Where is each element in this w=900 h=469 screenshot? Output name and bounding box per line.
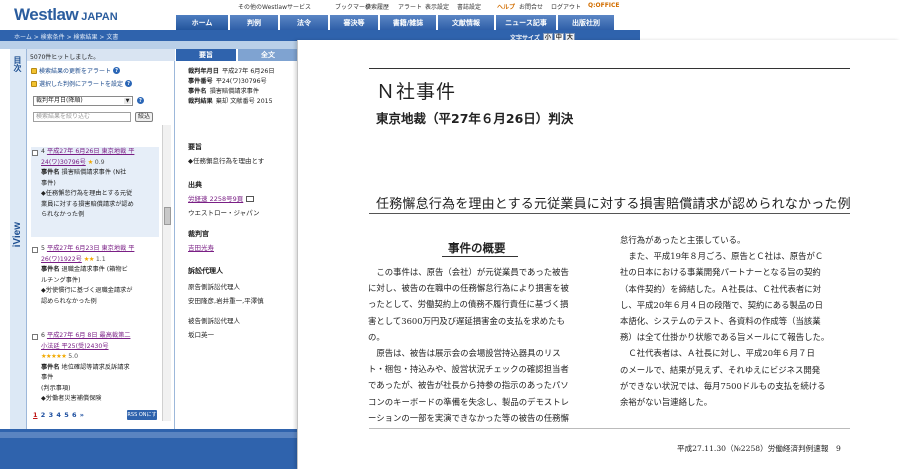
star-rating: ★★ bbox=[83, 255, 95, 263]
page-5[interactable]: 5 bbox=[64, 411, 69, 419]
book-icon[interactable] bbox=[246, 196, 255, 202]
result-checkbox[interactable] bbox=[32, 247, 38, 253]
nav-tab-news[interactable]: ニュース記事 bbox=[496, 15, 556, 30]
util-help[interactable]: ヘルプ bbox=[497, 2, 515, 12]
sort-select[interactable]: 裁判年月日(降順) ▼ bbox=[33, 96, 133, 106]
results-panel: 5070件ヒットしました。 検索結果の更新をアラート ? 選択した判例にアラート… bbox=[27, 49, 175, 429]
result-link[interactable]: 小法廷 平25(受)2430号 bbox=[41, 343, 109, 350]
counsel-defendant: 坂口英一 bbox=[188, 331, 214, 339]
source-publisher: ウエストロー・ジャパン bbox=[188, 209, 260, 217]
westlaw-window: Westlaw JAPAN その他のWestlawサービス ブックマーク 検索履歴… bbox=[0, 0, 900, 469]
nav-tab-cases[interactable]: 判例 bbox=[230, 15, 278, 30]
star-rating: ★ bbox=[87, 158, 94, 166]
counsel-plaintiff-label: 原告側訴訟代理人 bbox=[188, 283, 240, 291]
q-office-link[interactable]: Q:OFFICE bbox=[588, 2, 620, 12]
page-6[interactable]: 6 bbox=[72, 411, 77, 419]
result-link[interactable]: 平成27年 6月23日 東京地裁 平 bbox=[47, 245, 134, 252]
result-count: 5070件ヒットしました。 bbox=[27, 49, 175, 61]
util-contact[interactable]: お問合せ bbox=[519, 2, 543, 12]
meta-case-number: 事件番号 平24(ワ)30796号 bbox=[188, 78, 267, 85]
summary-text: ◆任務懈怠行為を理由とす bbox=[188, 157, 265, 165]
star-rating: ★★★★★ bbox=[41, 353, 67, 360]
nav-tab-statutes[interactable]: 法令 bbox=[280, 15, 328, 30]
counsel-defendant-label: 被告側訴訟代理人 bbox=[188, 317, 240, 325]
narrow-button[interactable]: 絞込 bbox=[135, 112, 153, 122]
nav-tab-decisions[interactable]: 審決等 bbox=[330, 15, 378, 30]
judge-heading: 裁判官 bbox=[188, 230, 209, 238]
page-next[interactable]: » bbox=[80, 411, 84, 419]
scroll-thumb[interactable] bbox=[164, 207, 171, 225]
page-4[interactable]: 4 bbox=[56, 411, 61, 419]
util-logout[interactable]: ログアウト bbox=[551, 2, 581, 12]
util-other-services[interactable]: その他のWestlawサービス bbox=[238, 2, 311, 12]
counsel-plaintiff: 安田隆彦,岩井重一,平澤慎 bbox=[188, 297, 264, 305]
nav-tab-home[interactable]: ホーム bbox=[176, 15, 228, 30]
rss-on-button[interactable]: RSS ONにする bbox=[127, 410, 157, 428]
nav-tab-publisher[interactable]: 出版社別 bbox=[558, 15, 614, 30]
side-tab-iview[interactable]: iView bbox=[12, 222, 23, 247]
util-display-settings[interactable]: 表示設定 bbox=[425, 2, 449, 12]
rule-mid bbox=[369, 213, 850, 214]
case-court: 東京地裁（平27年６月26日）判決 bbox=[376, 111, 574, 126]
help-icon[interactable]: ? bbox=[125, 80, 133, 87]
bell-icon bbox=[31, 80, 37, 87]
side-tab-toc[interactable]: 目次 bbox=[12, 56, 23, 72]
body-column-right: 怠行為があったと主張している。 また、平成19年８月ごろ、原告とＣ社は、原告がＣ… bbox=[620, 235, 830, 408]
result-item-4[interactable]: 4 平成27年 6月26日 東京地裁 平 24(ワ)30796号 ★ 0.9 事件… bbox=[31, 147, 159, 237]
util-biblio-settings[interactable]: 書誌設定 bbox=[457, 2, 481, 12]
pagination: 1 2 3 4 5 6 » bbox=[33, 411, 85, 419]
nav-tab-literature[interactable]: 文献情報 bbox=[438, 15, 494, 30]
results-scrollbar[interactable] bbox=[162, 125, 171, 421]
meta-result: 裁判結果 棄却 文献番号 2015 bbox=[188, 98, 273, 105]
result-item-6[interactable]: 6 平成27年 6月 8日 最高裁第二 小法廷 平25(受)2430号 ★★★★★… bbox=[31, 331, 159, 405]
westlaw-logo[interactable]: Westlaw JAPAN bbox=[14, 5, 118, 25]
issue-title: 任務懈怠行為を理由とする元従業員に対する損害賠償請求が認められなかった例 bbox=[376, 197, 851, 212]
nav-tab-books[interactable]: 書籍/雑誌 bbox=[380, 15, 436, 30]
rule-footer bbox=[369, 428, 850, 429]
page-footer: 平成27.11.30（№2258）労働経済判例速報 9 bbox=[677, 444, 841, 453]
summary-heading-print: 事件の概要 bbox=[448, 241, 506, 255]
page-3[interactable]: 3 bbox=[49, 411, 54, 419]
meta-date: 裁判年月日 平成27年 6月26日 bbox=[188, 68, 275, 75]
help-icon[interactable]: ? bbox=[137, 97, 144, 104]
page-1[interactable]: 1 bbox=[33, 411, 38, 419]
result-link[interactable]: 平成27年 6月26日 東京地裁 平 bbox=[47, 148, 134, 155]
alert-update-link[interactable]: 検索結果の更新をアラート ? bbox=[31, 66, 121, 75]
util-history[interactable]: 検索履歴 bbox=[365, 2, 389, 12]
chevron-down-icon: ▼ bbox=[124, 98, 131, 104]
source-link[interactable]: 労経速 2258号9頁 bbox=[188, 195, 243, 203]
main-nav: ホーム 判例 法令 審決等 書籍/雑誌 文献情報 ニュース記事 出版社別 bbox=[176, 15, 616, 30]
detail-panel: 要旨 全文 裁判年月日 平成27年 6月26日 事件番号 平24(ワ)30796号 … bbox=[176, 49, 300, 429]
rule-top bbox=[369, 68, 850, 69]
breadcrumb[interactable]: ホーム > 検索条件 > 検索結果 > 文書 bbox=[14, 32, 118, 41]
judge-link[interactable]: 吉田光寿 bbox=[188, 242, 214, 252]
header: Westlaw JAPAN その他のWestlawサービス ブックマーク 検索履歴… bbox=[0, 0, 640, 30]
source-line: 労経速 2258号9頁 bbox=[188, 193, 255, 203]
summary-underline bbox=[442, 256, 518, 257]
source-heading: 出典 bbox=[188, 181, 202, 189]
detail-tabs: 要旨 全文 bbox=[176, 49, 300, 61]
result-link[interactable]: 26(ワ)1922号 bbox=[41, 256, 82, 263]
help-icon[interactable]: ? bbox=[113, 67, 121, 74]
narrow-search-input[interactable]: 検索結果を絞り込む bbox=[33, 112, 131, 122]
counsel-heading: 訴訟代理人 bbox=[188, 267, 223, 275]
result-checkbox[interactable] bbox=[32, 150, 38, 156]
alert-selected-link[interactable]: 選択した判例にアラートを設定 ? bbox=[31, 79, 133, 88]
tab-fulltext[interactable]: 全文 bbox=[238, 49, 298, 61]
tab-summary[interactable]: 要旨 bbox=[176, 49, 236, 61]
case-title: Ｎ社事件 bbox=[376, 81, 457, 103]
result-link[interactable]: 24(ワ)30796号 bbox=[41, 159, 86, 166]
page-2[interactable]: 2 bbox=[41, 411, 46, 419]
bell-icon bbox=[31, 67, 37, 74]
footer-band-stripe bbox=[0, 432, 297, 438]
meta-case-name: 事件名 損害賠償請求事件 bbox=[188, 88, 260, 95]
result-checkbox[interactable] bbox=[32, 334, 38, 340]
result-link[interactable]: 平成27年 6月 8日 最高裁第二 bbox=[47, 332, 131, 339]
util-alert[interactable]: アラート bbox=[398, 2, 422, 12]
body-column-left: この事件は、原告（会社）が元従業員であった被告 に対し、被告の在職中の任務懈怠行… bbox=[368, 267, 569, 423]
summary-heading: 要旨 bbox=[188, 143, 202, 151]
result-item-5[interactable]: 5 平成27年 6月23日 東京地裁 平 26(ワ)1922号 ★★ 1.1 事件… bbox=[31, 244, 159, 324]
